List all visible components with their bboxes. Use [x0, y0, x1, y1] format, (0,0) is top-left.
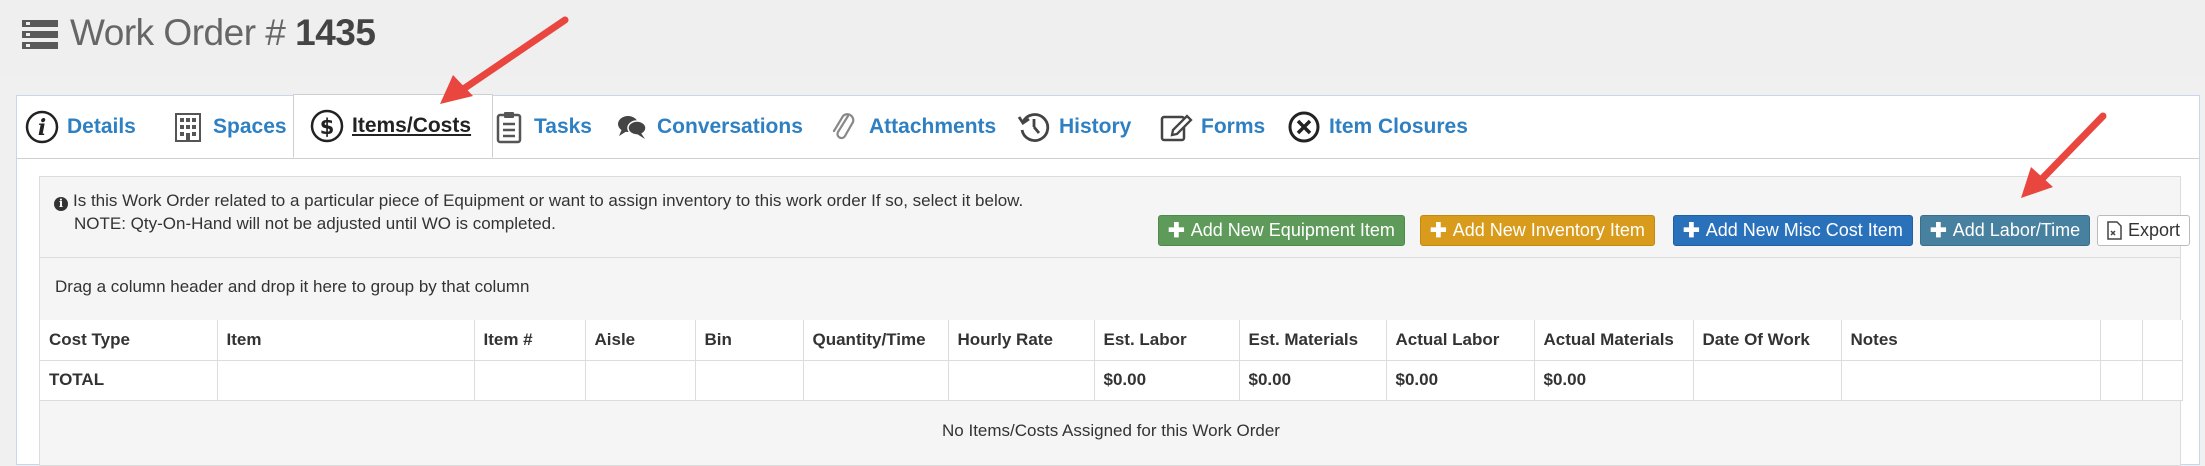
button-label: Add New Equipment Item: [1190, 220, 1395, 240]
column-header-cost-type[interactable]: Cost Type: [40, 320, 218, 361]
tab-tasks[interactable]: Tasks: [492, 96, 592, 158]
column-header-aisle[interactable]: Aisle: [585, 320, 696, 361]
plus-icon: ✚: [1683, 220, 1700, 242]
group-drop-zone[interactable]: Drag a column header and drop it here to…: [40, 257, 2180, 321]
page-title: Work Order # 1435: [70, 12, 376, 54]
total-est-labor: $0.00: [1094, 360, 1240, 401]
info-line-1: Is this Work Order related to a particul…: [73, 191, 1024, 210]
total-row: TOTAL $0.00 $0.00 $0.00 $0.00: [40, 360, 2183, 401]
chat-icon: [615, 110, 649, 144]
column-header-est-materials[interactable]: Est. Materials: [1239, 320, 1387, 361]
work-order-number: 1435: [295, 12, 376, 53]
info-small-icon: i: [54, 197, 68, 211]
info-icon: i: [25, 110, 59, 144]
total-cell: [2100, 360, 2143, 401]
total-actual-materials: $0.00: [1534, 360, 1694, 401]
button-label: Add New Inventory Item: [1452, 220, 1645, 240]
tab-details[interactable]: i Details: [25, 96, 136, 158]
work-order-panel: i Details Spaces $ Items/Costs Tasks Con…: [16, 94, 2200, 466]
column-header-action-2: [2142, 320, 2183, 361]
column-header-date-of-work[interactable]: Date Of Work: [1693, 320, 1842, 361]
column-header-bin[interactable]: Bin: [695, 320, 804, 361]
plus-icon: ✚: [1430, 220, 1447, 242]
menu-icon[interactable]: [22, 20, 58, 50]
add-labor-time-button[interactable]: ✚ Add Labor/Time: [1920, 215, 2091, 246]
button-label: Export: [2128, 220, 2181, 240]
toolbar: i Is this Work Order related to a particu…: [40, 177, 2191, 258]
file-export-icon: [2107, 221, 2122, 240]
button-label: Add Labor/Time: [1952, 220, 2081, 240]
tab-label: Attachments: [869, 115, 997, 138]
total-cell: [474, 360, 586, 401]
column-header-notes[interactable]: Notes: [1841, 320, 2101, 361]
tab-label: Forms: [1201, 115, 1266, 138]
edit-icon: [1159, 110, 1193, 144]
total-est-materials: $0.00: [1239, 360, 1387, 401]
tab-spaces[interactable]: Spaces: [171, 96, 287, 158]
column-header-item-number[interactable]: Item #: [474, 320, 586, 361]
total-cell: [2142, 360, 2183, 401]
total-actual-labor: $0.00: [1386, 360, 1535, 401]
tab-attachments[interactable]: Attachments: [827, 96, 996, 158]
export-button[interactable]: Export: [2097, 215, 2191, 246]
tab-forms[interactable]: Forms: [1159, 96, 1265, 158]
empty-table-message: No Items/Costs Assigned for this Work Or…: [942, 421, 1280, 440]
total-cell: [1841, 360, 2101, 401]
header-row: Cost Type Item Item # Aisle Bin Quantity…: [40, 320, 2183, 361]
dollar-icon: $: [310, 109, 344, 143]
total-cell: [948, 360, 1095, 401]
close-circle-icon: [1287, 110, 1321, 144]
clipboard-icon: [492, 110, 526, 144]
history-icon: [1017, 110, 1051, 144]
title-prefix: Work Order #: [70, 12, 296, 53]
plus-icon: ✚: [1168, 220, 1185, 242]
tab-label: Details: [67, 115, 136, 138]
tab-label: Spaces: [213, 115, 287, 138]
add-equipment-item-button[interactable]: ✚ Add New Equipment Item: [1158, 215, 1405, 246]
button-label: Add New Misc Cost Item: [1705, 220, 1903, 240]
building-icon: [171, 110, 205, 144]
column-header-est-labor[interactable]: Est. Labor: [1094, 320, 1240, 361]
column-header-actual-labor[interactable]: Actual Labor: [1386, 320, 1535, 361]
tab-item-closures[interactable]: Item Closures: [1287, 96, 1468, 158]
tab-label: History: [1059, 115, 1132, 138]
total-cell: [585, 360, 696, 401]
tab-label: Tasks: [534, 115, 592, 138]
column-header-action-1: [2100, 320, 2143, 361]
column-header-actual-materials[interactable]: Actual Materials: [1534, 320, 1694, 361]
total-cell: [1693, 360, 1842, 401]
total-cell: [217, 360, 475, 401]
tab-conversations[interactable]: Conversations: [615, 96, 803, 158]
paperclip-icon: [827, 110, 861, 144]
tab-bar: i Details Spaces $ Items/Costs Tasks Con…: [17, 94, 2199, 159]
svg-text:i: i: [38, 115, 46, 141]
page-header: Work Order # 1435: [0, 0, 2205, 76]
group-hint: Drag a column header and drop it here to…: [55, 277, 530, 296]
tab-history[interactable]: History: [1017, 96, 1131, 158]
svg-text:$: $: [320, 115, 335, 139]
plus-icon: ✚: [1930, 220, 1947, 242]
items-costs-grid-container: i Is this Work Order related to a particu…: [39, 176, 2191, 466]
add-misc-cost-item-button[interactable]: ✚ Add New Misc Cost Item: [1673, 215, 1913, 246]
total-cell: [695, 360, 804, 401]
total-cell: [803, 360, 949, 401]
column-header-item[interactable]: Item: [217, 320, 475, 361]
column-header-hourly-rate[interactable]: Hourly Rate: [948, 320, 1095, 361]
column-header-quantity-time[interactable]: Quantity/Time: [803, 320, 949, 361]
tab-label: Conversations: [657, 115, 803, 138]
info-message: i Is this Work Order related to a particu…: [54, 189, 1023, 235]
add-inventory-item-button[interactable]: ✚ Add New Inventory Item: [1420, 215, 1655, 246]
tab-label: Item Closures: [1329, 115, 1468, 138]
total-label: TOTAL: [40, 360, 218, 401]
items-costs-table: Cost Type Item Item # Aisle Bin Quantity…: [40, 320, 2183, 440]
tab-items-costs[interactable]: $ Items/Costs: [293, 94, 493, 158]
info-line-2: NOTE: Qty-On-Hand will not be adjusted u…: [74, 214, 556, 233]
tab-label: Items/Costs: [352, 114, 472, 137]
